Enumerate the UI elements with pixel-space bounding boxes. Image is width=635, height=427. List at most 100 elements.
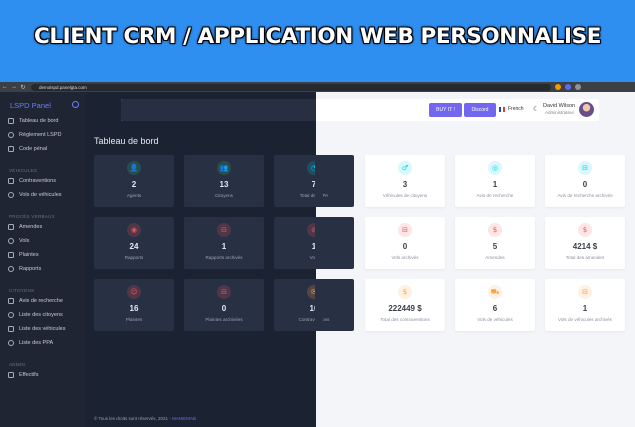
reload-icon[interactable]: ↻: [19, 84, 27, 91]
sidebar-item[interactable]: Règlement LSPD: [8, 131, 62, 139]
sidebar-section-heading: PROCÈS VERBAUX: [9, 214, 55, 219]
sidebar-item-label: Code pénal: [19, 146, 48, 152]
stat-card-value: 24: [129, 242, 139, 251]
stat-card-value: 3: [402, 180, 408, 189]
topbar: BUY IT ! Discord French ☾ David Wilson A…: [121, 99, 599, 121]
stat-card[interactable]: 👤 2 Agents: [94, 155, 174, 207]
stat-card-icon: ◉: [127, 223, 141, 237]
stat-card[interactable]: ◎ 1 Avis de recherche: [455, 155, 535, 207]
stat-card-label: Véhicules de citoyens: [382, 193, 428, 198]
profile-icon[interactable]: [575, 84, 581, 90]
stat-card-icon: $: [578, 223, 592, 237]
topbar-search-area[interactable]: [121, 99, 316, 121]
avatar[interactable]: [579, 102, 594, 117]
stat-card-value: 1: [582, 304, 588, 313]
sidebar-item-icon: [8, 178, 14, 184]
sidebar: LSPD Panel Tableau de bord Règlement LSPD…: [0, 92, 86, 427]
stat-card-label: Vols de véhicules: [477, 317, 513, 322]
french-flag-icon[interactable]: [499, 107, 505, 112]
stat-card-label: Vols: [309, 255, 319, 260]
stat-card[interactable]: ⊘ 1 Vols: [274, 217, 354, 269]
stat-card[interactable]: ⛟ 6 Vols de véhicules: [455, 279, 535, 331]
sidebar-item-icon: [8, 132, 14, 138]
sidebar-item[interactable]: Code pénal: [8, 145, 47, 153]
footer-link[interactable]: MANIEMAB: [172, 416, 196, 421]
sidebar-item-label: Liste des véhicules: [19, 326, 66, 332]
stat-card-label: Total des amendes: [565, 255, 605, 260]
stat-card[interactable]: ♂ 3 Véhicules de citoyens: [365, 155, 445, 207]
extension-icon[interactable]: [555, 84, 561, 90]
sidebar-item-icon: [8, 192, 14, 198]
promo-banner: CLIENT CRM / APPLICATION WEB PERSONNALIS…: [0, 0, 635, 82]
sidebar-item[interactable]: Vols de véhicules: [8, 191, 62, 199]
stat-card-value: 13: [219, 180, 229, 189]
stat-card[interactable]: $4214 $ Total des amendes: [545, 217, 625, 269]
sidebar-section-heading: ADMIN: [9, 362, 25, 367]
stat-card[interactable]: ◉ 24 Rapports: [94, 217, 174, 269]
sidebar-section-heading: VÉHICULES: [9, 168, 38, 173]
sidebar-item[interactable]: Liste des PPA: [8, 339, 53, 347]
stat-card[interactable]: ⊟ 1 Rapports archivés: [184, 217, 264, 269]
stat-card[interactable]: ⊟ 0 Vols archivés: [365, 217, 445, 269]
stat-card-label: Rapports archivés: [205, 255, 243, 260]
card-split-edge: [315, 279, 323, 331]
sidebar-item-icon: [8, 326, 14, 332]
sidebar-item-label: Effectifs: [19, 372, 39, 378]
stat-card-value: 16: [129, 304, 139, 313]
stat-card[interactable]: ⊟ 1 Vols de véhicules archivés: [545, 279, 625, 331]
sidebar-item[interactable]: Avis de recherche: [8, 297, 63, 305]
stat-card-value: 6: [492, 304, 498, 313]
sidebar-item-label: Vols de véhicules: [19, 192, 62, 198]
stat-card-value: 4214 $: [572, 242, 598, 251]
stat-card[interactable]: $5 Amendes: [455, 217, 535, 269]
discord-button[interactable]: Discord: [464, 103, 496, 117]
sidebar-item[interactable]: Liste des véhicules: [8, 325, 65, 333]
sidebar-item-label: Liste des PPA: [19, 340, 54, 346]
sidebar-item[interactable]: Plaintes: [8, 251, 39, 259]
stat-card[interactable]: ⊟ 0 Avis de recherche archivés: [545, 155, 625, 207]
stat-card-value: 7: [311, 180, 317, 189]
address-bar[interactable]: demolspd.panelgta.com: [31, 83, 551, 91]
stat-card-value: 1: [311, 242, 317, 251]
brand-logo[interactable]: LSPD Panel: [10, 101, 51, 110]
sidebar-item-icon: [8, 372, 14, 378]
stat-card-label: Total des contraventions: [380, 317, 430, 322]
stat-card[interactable]: ☺ 16 Plaintes: [94, 279, 174, 331]
sidebar-item[interactable]: Vols: [8, 237, 29, 245]
stat-card[interactable]: $222449 $ Total des contraventions: [365, 279, 445, 331]
stat-card-label: Rapports: [124, 255, 144, 260]
stat-card-icon: ⛟: [488, 285, 502, 299]
back-icon[interactable]: ←: [1, 84, 9, 90]
stat-card-value: 5: [492, 242, 498, 251]
buy-button[interactable]: BUY IT !: [429, 103, 462, 117]
stat-card[interactable]: 👥 13 Citoyens: [184, 155, 264, 207]
sidebar-item[interactable]: Contraventions: [8, 177, 56, 185]
stat-card[interactable]: ⊟ 0 Plaintes archivées: [184, 279, 264, 331]
sidebar-item[interactable]: Liste des citoyens: [8, 311, 63, 319]
sidebar-item-label: Plaintes: [19, 252, 39, 258]
card-split-edge: [315, 155, 323, 207]
sidebar-item[interactable]: Tableau de bord: [8, 117, 58, 125]
sidebar-item-icon: [8, 312, 14, 318]
stat-card[interactable]: ◔ 7 Total des PPA: [274, 155, 354, 207]
stat-card[interactable]: ✉ 16 Contraventions: [274, 279, 354, 331]
forward-icon[interactable]: →: [10, 84, 18, 90]
sidebar-item-label: Liste des citoyens: [19, 312, 63, 318]
sidebar-item[interactable]: Effectifs: [8, 371, 38, 379]
stat-card-value: 2: [131, 180, 137, 189]
stat-card-label: Vols archivés: [391, 255, 419, 260]
extension-icon[interactable]: [565, 84, 571, 90]
stat-card-icon: ⊟: [398, 223, 412, 237]
stat-card-label: Plaintes: [125, 317, 143, 322]
language-selector[interactable]: French: [508, 106, 524, 112]
stat-card-icon: ☺: [127, 285, 141, 299]
stat-card-value: 222449 $: [388, 304, 422, 313]
dark-mode-icon[interactable]: ☾: [533, 105, 539, 113]
sidebar-item[interactable]: Amendes: [8, 223, 42, 231]
user-name[interactable]: David Wilson: [543, 103, 575, 109]
user-role: Administrateur: [545, 110, 575, 115]
sidebar-item-label: Rapports: [19, 266, 42, 272]
sidebar-toggle-icon[interactable]: [72, 101, 79, 108]
sidebar-item-icon: [8, 224, 14, 230]
sidebar-item[interactable]: Rapports: [8, 265, 41, 273]
